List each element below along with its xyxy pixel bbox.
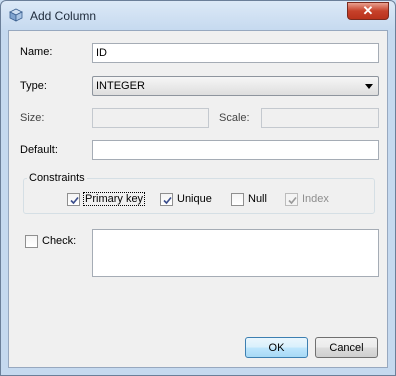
unique-label: Unique [177, 193, 212, 205]
check-textarea[interactable] [92, 229, 379, 277]
checkmark-icon [70, 196, 79, 204]
checkbox-box[interactable] [160, 192, 173, 206]
checkbox-box[interactable] [67, 192, 80, 206]
default-label: Default: [20, 144, 58, 156]
size-input[interactable] [92, 108, 209, 128]
check-checkbox[interactable]: Check: [25, 233, 76, 249]
index-label: Index [302, 193, 329, 205]
type-label: Type: [20, 80, 47, 92]
check-label: Check: [42, 235, 77, 247]
scale-label: Scale: [219, 112, 250, 124]
name-input-value: ID [96, 47, 107, 59]
ok-button[interactable]: OK [245, 337, 308, 358]
primary-key-label: Primary key [82, 192, 146, 206]
checkbox-box[interactable] [231, 192, 244, 206]
checkmark-icon [163, 196, 172, 204]
title-bar[interactable]: Add Column ✕ [1, 1, 395, 30]
scale-input[interactable] [261, 108, 379, 128]
unique-checkbox[interactable]: Unique [160, 191, 212, 207]
cancel-button[interactable]: Cancel [315, 337, 378, 358]
close-button[interactable]: ✕ [347, 2, 389, 20]
add-column-dialog: Add Column ✕ Name: ID Type: INTEGER Size… [0, 0, 396, 376]
checkbox-box[interactable] [25, 234, 38, 248]
chevron-down-icon [365, 84, 373, 89]
null-label: Null [248, 193, 267, 205]
constraints-title: Constraints [27, 172, 87, 184]
dialog-body: Name: ID Type: INTEGER Size: Scale: Defa… [8, 30, 388, 368]
size-label: Size: [20, 112, 45, 124]
name-label: Name: [20, 46, 53, 58]
checkmark-icon [288, 196, 297, 204]
type-select-value: INTEGER [96, 80, 145, 92]
window-title: Add Column [30, 9, 97, 23]
checkbox-box[interactable] [285, 192, 298, 206]
null-checkbox[interactable]: Null [231, 191, 267, 207]
index-checkbox[interactable]: Index [285, 191, 329, 207]
primary-key-checkbox[interactable]: Primary key [67, 191, 146, 207]
ok-button-label: OK [268, 341, 285, 354]
cancel-button-label: Cancel [329, 341, 364, 354]
type-select[interactable]: INTEGER [92, 76, 379, 96]
database-cube-icon [9, 8, 23, 22]
name-input[interactable]: ID [92, 43, 379, 63]
default-input[interactable] [92, 140, 379, 160]
close-icon: ✕ [362, 3, 374, 18]
